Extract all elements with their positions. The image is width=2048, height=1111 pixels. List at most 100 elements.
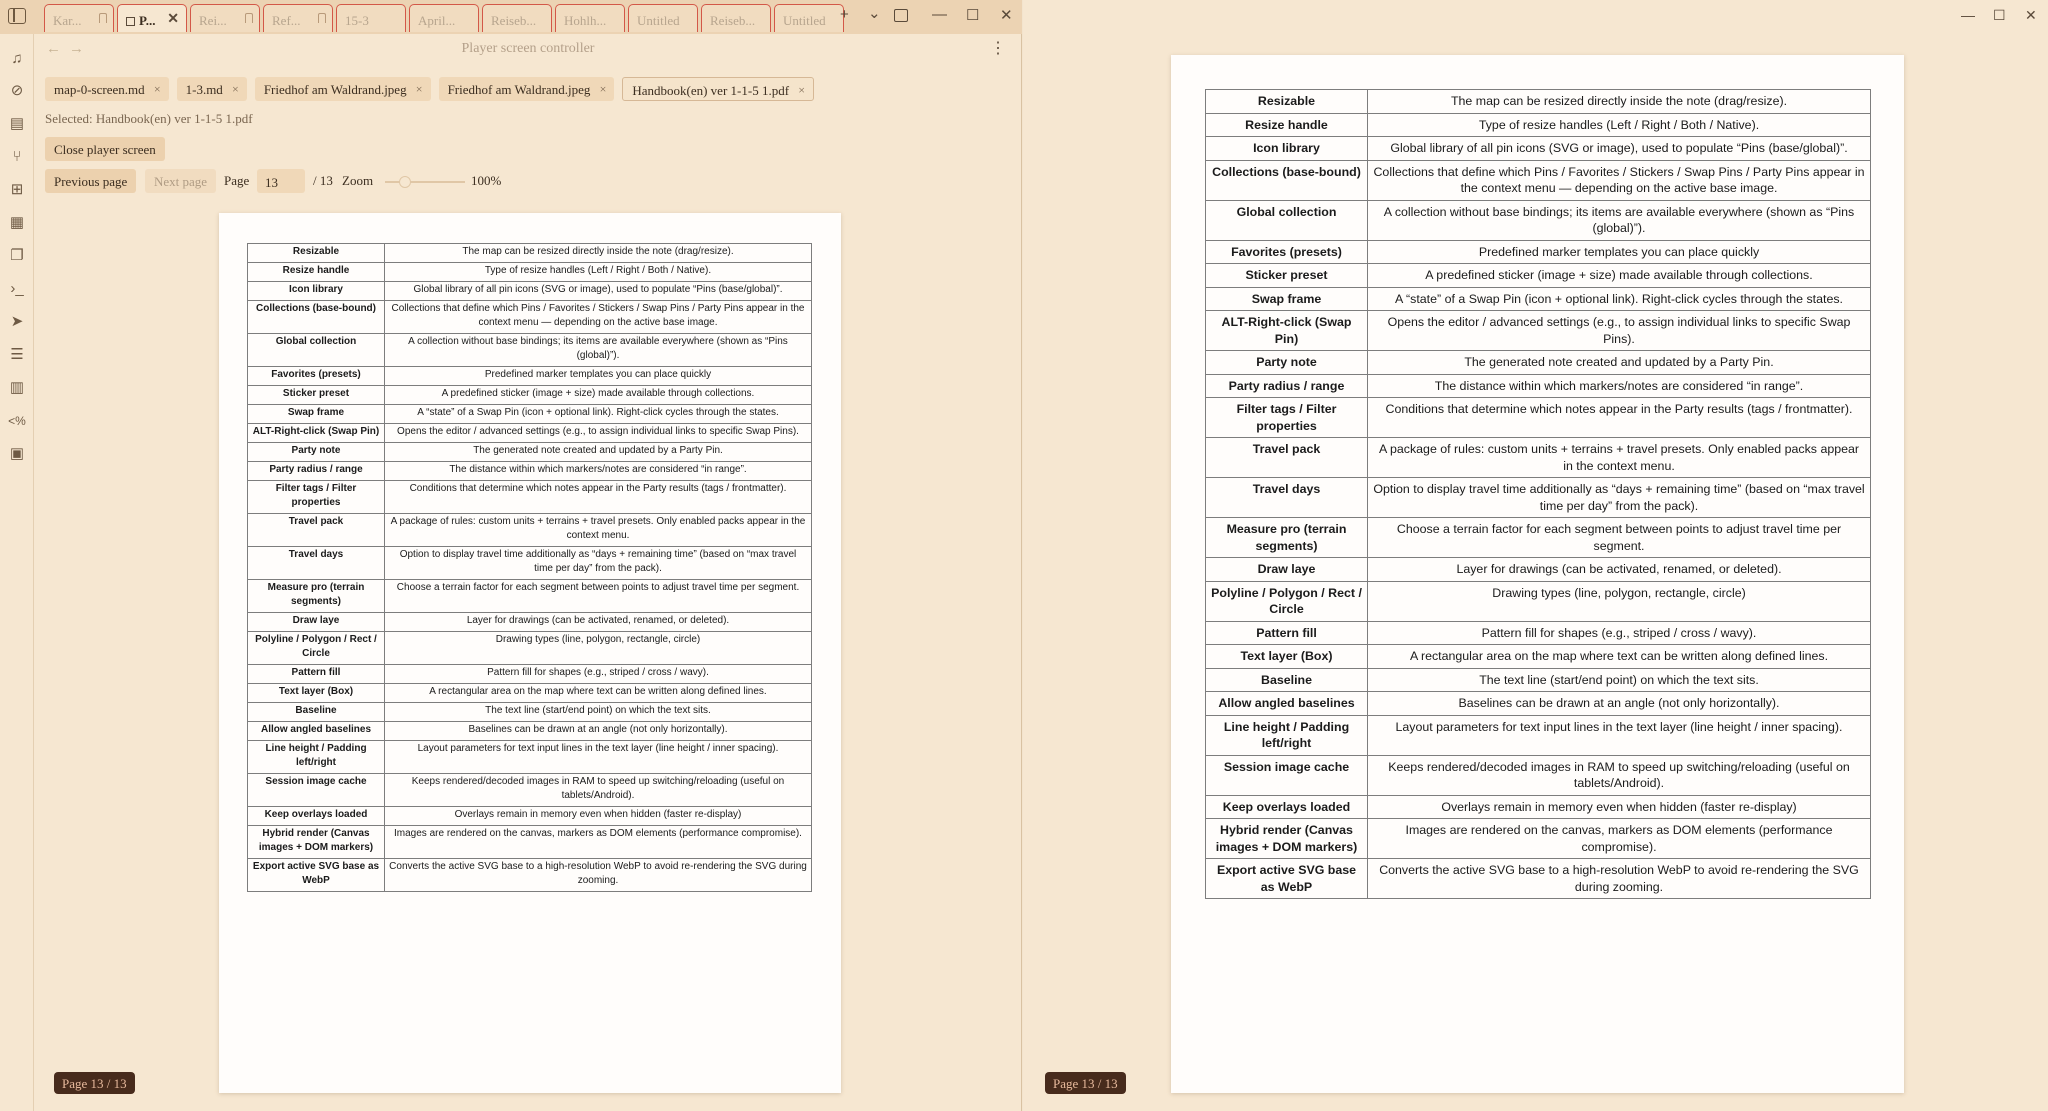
tab-8[interactable]: Hohlh... bbox=[555, 4, 625, 32]
tab-close-icon[interactable]: ✕ bbox=[167, 11, 179, 28]
chip-close-icon[interactable]: × bbox=[416, 82, 423, 97]
tab-6[interactable]: April... bbox=[409, 4, 479, 32]
table-row: Resizable The map can be resized directly… bbox=[247, 243, 812, 263]
tab-label: P... bbox=[139, 13, 156, 28]
new-tab-icon[interactable]: + bbox=[840, 6, 849, 23]
tab-3[interactable]: Rei... bbox=[190, 4, 260, 32]
term-cell: Collections (base-bound) bbox=[247, 300, 385, 334]
table-row: Filter tags / Filter properties Condition… bbox=[1205, 397, 1871, 438]
term-cell: Travel pack bbox=[1205, 437, 1368, 478]
term-cell: Hybrid render (Canvas images + DOM marke… bbox=[247, 825, 385, 859]
description-cell: A rectangular area on the map where text… bbox=[384, 683, 812, 703]
description-cell: Option to display travel time additional… bbox=[384, 546, 812, 580]
tab-label: Hohlh... bbox=[564, 13, 607, 28]
chip-close-icon[interactable]: × bbox=[798, 83, 805, 98]
close-player-screen-button[interactable]: Close player screen bbox=[45, 137, 165, 161]
term-cell: Export active SVG base as WebP bbox=[1205, 858, 1368, 899]
tab-7[interactable]: Reiseb... bbox=[482, 4, 552, 32]
split-view-icon[interactable] bbox=[894, 9, 908, 22]
tab-10[interactable]: Reiseb... bbox=[701, 4, 771, 32]
description-cell: Baselines can be drawn at an angle (not … bbox=[1367, 691, 1871, 716]
tab-11[interactable]: Untitled bbox=[774, 4, 844, 32]
file-chip[interactable]: Friedhof am Waldrand.jpeg × bbox=[438, 77, 615, 101]
file-text-icon[interactable]: ▤ bbox=[8, 115, 26, 133]
table-row: Sticker preset A predefined sticker (imag… bbox=[1205, 263, 1871, 288]
description-cell: Predefined marker templates you can plac… bbox=[1367, 239, 1871, 264]
description-cell: A “state” of a Swap Pin (icon + optional… bbox=[1367, 286, 1871, 311]
description-cell: Predefined marker templates you can plac… bbox=[384, 366, 812, 386]
description-cell: Type of resize handles (Left / Right / B… bbox=[384, 262, 812, 282]
file-chip[interactable]: Friedhof am Waldrand.jpeg × bbox=[254, 77, 431, 101]
maximize-icon[interactable]: ☐ bbox=[966, 6, 979, 24]
term-cell: Party note bbox=[1205, 350, 1368, 375]
term-cell: Filter tags / Filter properties bbox=[247, 480, 385, 514]
terminal-icon[interactable]: ›_ bbox=[8, 280, 26, 298]
grid-icon bbox=[126, 17, 135, 26]
next-page-button[interactable]: Next page bbox=[145, 169, 217, 193]
description-cell: The map can be resized directly inside t… bbox=[384, 243, 812, 263]
tab-5[interactable]: 15-3 bbox=[336, 4, 406, 32]
table-row: Pattern fill Pattern fill for shapes (e.g… bbox=[1205, 620, 1871, 645]
tab-label: Reiseb... bbox=[710, 13, 756, 28]
table-row: Global collection A collection without ba… bbox=[247, 333, 812, 367]
term-cell: Measure pro (terrain segments) bbox=[247, 579, 385, 613]
file-chip[interactable]: map-0-screen.md × bbox=[45, 77, 169, 101]
chip-close-icon[interactable]: × bbox=[600, 82, 607, 97]
previous-page-button[interactable]: Previous page bbox=[45, 169, 137, 193]
list-icon[interactable]: ☰ bbox=[8, 346, 26, 364]
calendar-icon[interactable]: ▦ bbox=[8, 214, 26, 232]
minimize-icon[interactable]: — bbox=[1961, 7, 1975, 23]
term-cell: Polyline / Polygon / Rect / Circle bbox=[247, 631, 385, 665]
send-icon[interactable]: ➤ bbox=[8, 313, 26, 331]
table-icon[interactable]: ▥ bbox=[8, 379, 26, 397]
percent-code-icon[interactable]: <% bbox=[8, 412, 26, 430]
table-row: Travel pack A package of rules: custom un… bbox=[1205, 437, 1871, 478]
table-row: Line height / Padding left/right Layout p… bbox=[1205, 714, 1871, 756]
table-row: Travel days Option to display travel time… bbox=[247, 546, 812, 580]
file-chip[interactable]: 1-3.md × bbox=[176, 77, 247, 101]
zoom-slider-thumb[interactable] bbox=[399, 176, 411, 188]
copy-icon[interactable]: ❐ bbox=[8, 247, 26, 265]
term-cell: Sticker preset bbox=[247, 385, 385, 405]
music-icon[interactable]: ♫ bbox=[8, 50, 26, 68]
pin-icon[interactable] bbox=[318, 13, 326, 23]
description-cell: Collections that define which Pins / Fav… bbox=[1367, 159, 1871, 201]
term-cell: Icon library bbox=[247, 281, 385, 301]
close-window-icon[interactable]: ✕ bbox=[2025, 7, 2037, 24]
table-row: Party radius / range The distance within … bbox=[1205, 373, 1871, 398]
more-options-icon[interactable]: ⋮ bbox=[990, 38, 1006, 58]
tab-4[interactable]: Ref... bbox=[263, 4, 333, 32]
description-cell: The distance within which markers/notes … bbox=[384, 461, 812, 481]
description-cell: Collections that define which Pins / Fav… bbox=[384, 300, 812, 334]
branch-icon[interactable]: ⑂ bbox=[8, 148, 26, 166]
tab-2[interactable]: P... ✕ bbox=[117, 4, 187, 32]
zoom-slider[interactable] bbox=[385, 176, 465, 188]
page-number-input[interactable]: 13 bbox=[257, 169, 305, 193]
tab-1[interactable]: Kar... bbox=[44, 4, 114, 32]
tab-label: Kar... bbox=[53, 13, 82, 28]
file-chip-label: map-0-screen.md bbox=[54, 82, 145, 97]
description-cell: A rectangular area on the map where text… bbox=[1367, 644, 1871, 669]
calendar-check-icon[interactable]: ▣ bbox=[8, 445, 26, 463]
file-chip[interactable]: Handbook(en) ver 1-1-5 1.pdf × bbox=[622, 77, 815, 101]
pin-icon[interactable] bbox=[99, 13, 107, 23]
table-row: Party radius / range The distance within … bbox=[247, 461, 812, 481]
tab-list-icon[interactable]: ⌄ bbox=[868, 4, 881, 22]
maximize-icon[interactable]: ☐ bbox=[1993, 7, 2006, 24]
table-row: Session image cache Keeps rendered/decode… bbox=[1205, 754, 1871, 796]
sidebar-toggle-icon[interactable] bbox=[8, 8, 26, 24]
selected-file-label: Selected: Handbook(en) ver 1-1-5 1.pdf bbox=[45, 111, 253, 126]
description-cell: Layout parameters for text input lines i… bbox=[384, 740, 812, 774]
close-window-icon[interactable]: ✕ bbox=[1000, 6, 1013, 24]
pin-icon[interactable] bbox=[245, 13, 253, 23]
minimize-icon[interactable]: — bbox=[932, 6, 947, 23]
term-cell: Filter tags / Filter properties bbox=[1205, 397, 1368, 438]
glossary-table: Resizable The map can be resized directly… bbox=[247, 243, 812, 892]
grid-icon[interactable]: ⊞ bbox=[8, 181, 26, 199]
page-total-label: / 13 bbox=[313, 173, 333, 188]
chip-close-icon[interactable]: × bbox=[154, 82, 161, 97]
chip-close-icon[interactable]: × bbox=[232, 82, 239, 97]
table-row: Resizable The map can be resized directly… bbox=[1205, 89, 1871, 114]
tab-9[interactable]: Untitled bbox=[628, 4, 698, 32]
eye-off-icon[interactable]: ⊘ bbox=[8, 82, 26, 100]
